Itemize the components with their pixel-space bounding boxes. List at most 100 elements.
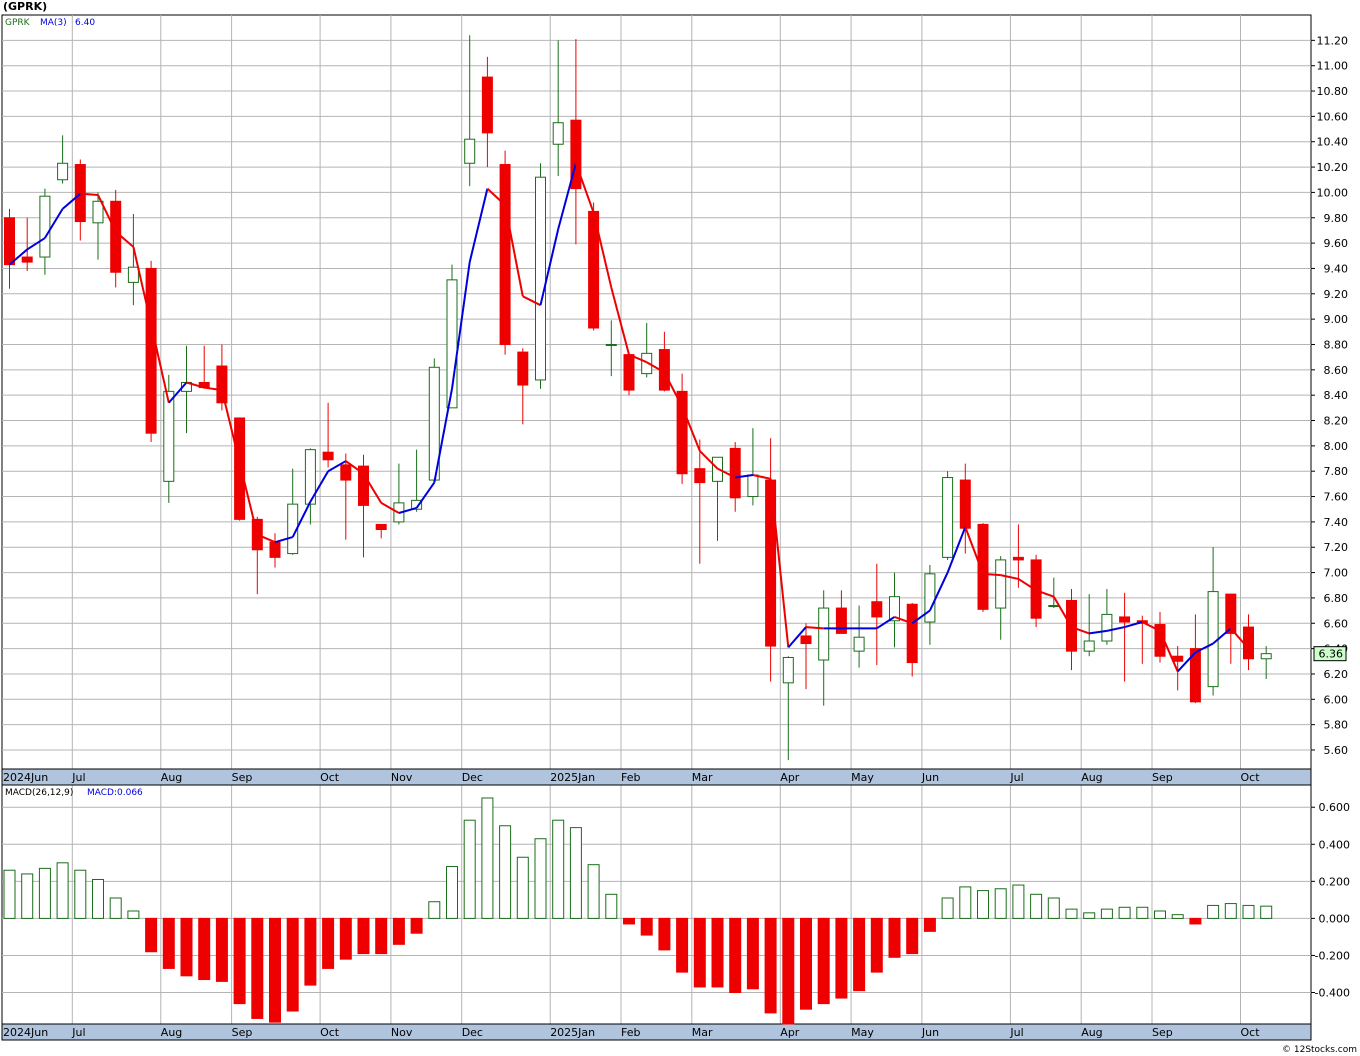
macd-bar	[552, 819, 565, 919]
x-tick-label: Jul	[1009, 771, 1023, 784]
macd-panel	[1, 784, 1312, 1025]
y-tick-label: 5.60	[1324, 744, 1349, 757]
y-tick-label: 10.40	[1317, 136, 1349, 149]
y-tick-label: 8.80	[1324, 338, 1349, 351]
x-tick-label: 2025Jan	[550, 1026, 595, 1039]
macd-bar	[906, 917, 919, 955]
macd-bar	[800, 917, 812, 1010]
x-tick-label: 2025Jan	[550, 771, 595, 784]
x-tick-label: Aug	[1081, 771, 1102, 784]
macd-bar	[835, 917, 848, 999]
x-tick-label: Jul	[71, 1026, 85, 1039]
macd-bar	[676, 917, 689, 973]
candle-body	[552, 122, 564, 145]
candle-body	[39, 195, 51, 258]
candle-body	[853, 636, 865, 652]
x-tick-label: Oct	[320, 1026, 340, 1039]
x-tick-label: Dec	[462, 771, 483, 784]
macd-bar	[516, 856, 529, 919]
candle-body	[871, 601, 883, 618]
macd-bar	[658, 917, 671, 951]
x-tick-label: Sep	[232, 1026, 253, 1039]
candle-body	[800, 635, 812, 645]
candle-body	[676, 390, 688, 475]
candle-up	[942, 471, 954, 560]
y-tick-label: 7.00	[1324, 567, 1349, 580]
macd-bar	[746, 917, 759, 990]
ma3-segment	[805, 626, 824, 630]
x-tick-label: Aug	[1081, 1026, 1102, 1039]
y-tick-label: 6.00	[1324, 693, 1349, 706]
macd-bar	[145, 917, 158, 953]
macd-bar	[322, 917, 335, 969]
macd-bar	[693, 917, 706, 988]
macd-bar	[569, 827, 582, 919]
candle-down	[623, 354, 635, 396]
macd-bar	[941, 897, 954, 919]
macd-bar	[499, 825, 512, 919]
legend-macd-value: MACD:0.066	[87, 788, 143, 798]
y-tick-label: -0.200	[1315, 949, 1350, 962]
legend-ticker: GPRK	[5, 18, 31, 28]
x-tick-label: Mar	[692, 771, 713, 784]
legend-ma-value: 6.40	[75, 18, 95, 28]
macd-bar	[286, 917, 299, 1012]
candle-body	[127, 266, 139, 283]
candle-body	[729, 447, 741, 499]
macd-bar	[1260, 905, 1273, 919]
y-tick-label: 11.00	[1317, 60, 1349, 73]
candle-body	[1225, 593, 1237, 634]
candle-body	[1012, 556, 1024, 561]
price-legend: GPRK MA(3) 6.40	[5, 18, 95, 28]
macd-bar	[3, 869, 16, 919]
candle-body	[959, 479, 971, 529]
candle-body	[57, 162, 69, 181]
legend-macd-label: MACD(26,12,9)	[5, 788, 73, 798]
y-tick-label: 5.80	[1324, 719, 1349, 732]
macd-bar	[463, 819, 476, 919]
macd-bar	[782, 917, 795, 1025]
stock-chart: 5.60 5.80 6.00 6.20 6.40 6.60 6.80 7.00 7.20 7.40…	[1, 14, 1351, 1041]
y-tick-label: 10.20	[1317, 161, 1349, 174]
macd-bar	[534, 838, 547, 919]
macd-bar	[1224, 903, 1237, 919]
macd-bar	[853, 917, 866, 992]
macd-bar	[1083, 912, 1096, 919]
x-tick-label: Jun	[921, 771, 939, 784]
macd-bar	[1207, 904, 1220, 919]
macd-bar	[640, 917, 653, 936]
y-tick-label: 0.600	[1319, 801, 1351, 814]
x-tick-label: Apr	[780, 1026, 800, 1039]
macd-bar	[428, 901, 441, 919]
candle-body	[782, 656, 794, 684]
x-tick-label: May	[851, 771, 874, 784]
y-tick-label: 9.20	[1324, 288, 1349, 301]
candle-body	[1101, 613, 1113, 642]
x-tick-label: Jul	[71, 771, 85, 784]
candle-body	[942, 477, 954, 558]
candle-body	[145, 267, 157, 434]
macd-y-axis: -0.400 -0.200 0.000 0.200 0.400 0.600	[1311, 801, 1351, 1000]
y-tick-label: 9.40	[1324, 262, 1349, 275]
price-x-axis: 2024Jun Jul Aug Sep Oct Nov Dec 2025Jan Feb Mar Ap…	[1, 768, 1312, 786]
x-tick-label: Sep	[232, 771, 253, 784]
x-tick-label: Nov	[391, 1026, 413, 1039]
candle-body	[481, 76, 493, 134]
y-tick-label: 8.40	[1324, 389, 1349, 402]
macd-bar	[180, 917, 193, 977]
macd-bar	[38, 867, 51, 919]
ma3-segment	[982, 572, 1001, 577]
macd-bar	[446, 866, 458, 919]
y-tick-label: 7.80	[1324, 465, 1349, 478]
x-tick-label: Sep	[1152, 771, 1173, 784]
macd-bar	[764, 917, 777, 1014]
candle-body	[623, 354, 635, 391]
candle-body	[906, 603, 918, 664]
macd-bar	[304, 917, 317, 986]
x-axis-strip	[1, 1023, 1312, 1041]
macd-bar	[1047, 897, 1060, 919]
candle-body	[535, 176, 546, 381]
candle-body	[835, 607, 847, 634]
x-axis-strip	[1, 768, 1312, 786]
macd-bar	[1030, 893, 1043, 919]
